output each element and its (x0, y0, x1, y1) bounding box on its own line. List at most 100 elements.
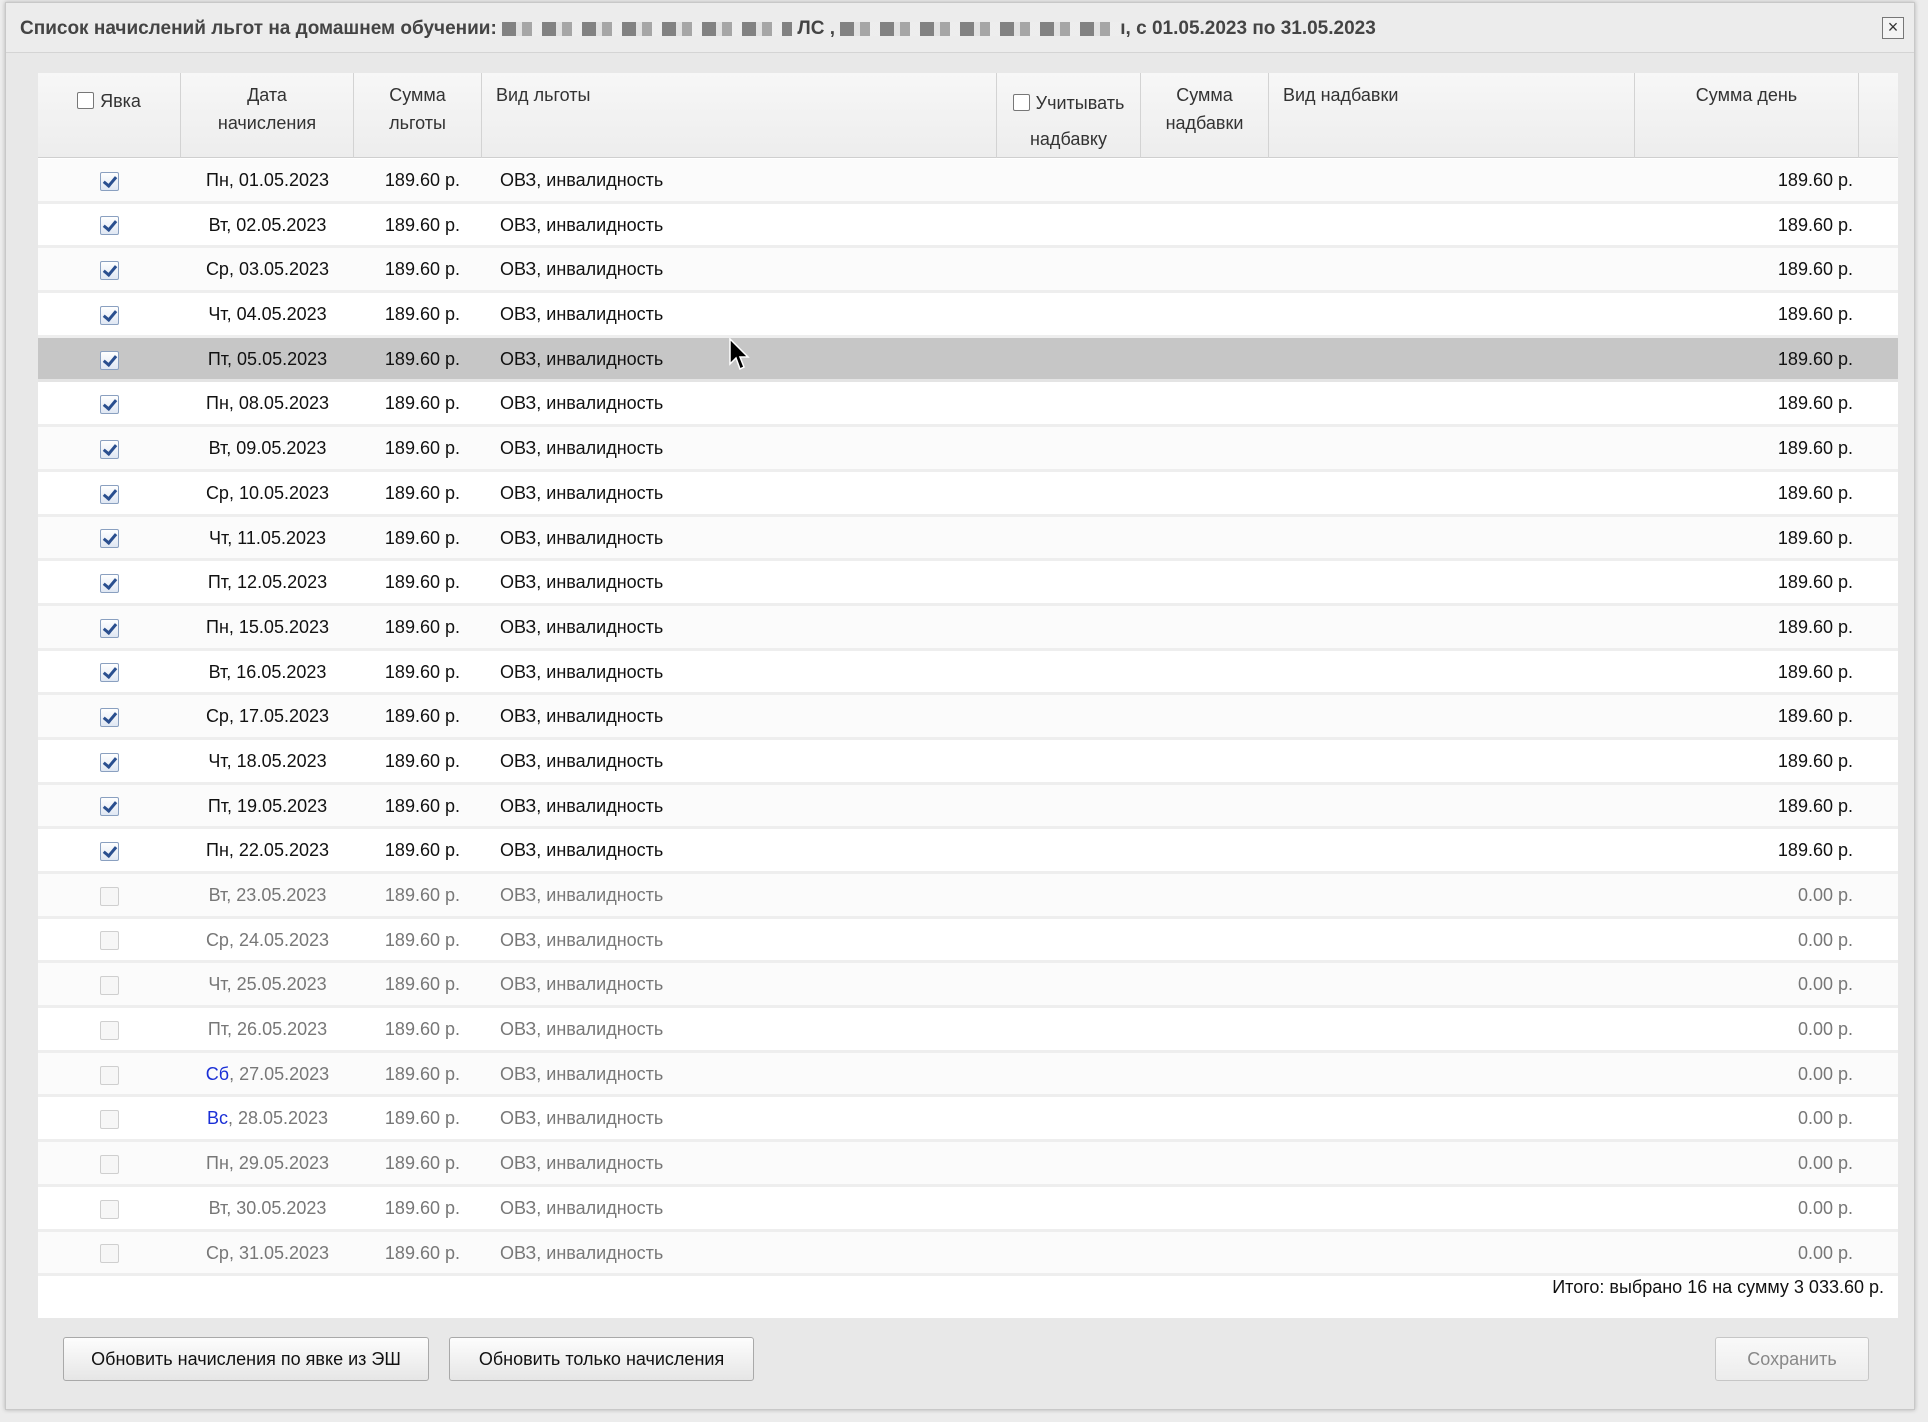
benefit-sum-cell: 189.60 р. (384, 974, 460, 995)
attendance-checkbox[interactable] (100, 1065, 119, 1085)
attendance-checkbox[interactable] (100, 171, 119, 191)
attendance-checkbox[interactable] (100, 886, 119, 906)
table-row[interactable]: Ср, 24.05.2023 189.60 р. ОВЗ, инвалидность… (38, 919, 1898, 964)
table-row[interactable]: Ср, 31.05.2023 189.60 р. ОВЗ, инвалидность… (38, 1231, 1898, 1277)
attendance-checkbox[interactable] (100, 797, 119, 817)
attendance-cell (38, 561, 181, 603)
table-row[interactable]: Вт, 09.05.2023 189.60 р. ОВЗ, инвалидность… (38, 427, 1898, 472)
attendance-checkbox[interactable] (100, 350, 119, 370)
date-value: 18.05.2023 (236, 750, 327, 771)
benefit-sum-cell: 189.60 р. (384, 304, 460, 325)
table-row[interactable]: Вт, 30.05.2023 189.60 р. ОВЗ, инвалидность… (38, 1187, 1898, 1232)
attendance-checkbox[interactable] (100, 261, 119, 281)
table-row[interactable]: Ср, 03.05.2023 189.60 р. ОВЗ, инвалидность… (38, 248, 1898, 294)
date-separator: , (227, 572, 238, 593)
day-sum-cell: 189.60 р. (1777, 661, 1853, 682)
table-row[interactable]: Вт, 23.05.2023 189.60 р. ОВЗ, инвалидность… (38, 874, 1898, 919)
header-day-sum[interactable]: Сумма день (1635, 73, 1859, 158)
table-row[interactable]: Чт, 11.05.2023 189.60 р. ОВЗ, инвалидность… (38, 516, 1898, 562)
attendance-cell (38, 785, 181, 827)
date-separator: , (226, 750, 237, 771)
day-sum-cell: 189.60 р. (1777, 616, 1853, 637)
refresh-accruals-button[interactable]: Обновить только начисления (449, 1337, 754, 1381)
table-row[interactable]: Пн, 01.05.2023 189.60 р. ОВЗ, инвалидность… (38, 159, 1898, 204)
day-sum-cell: 189.60 р. (1777, 214, 1853, 235)
attendance-checkbox[interactable] (100, 1154, 119, 1174)
attendance-checkbox[interactable] (100, 484, 119, 504)
attendance-checkbox[interactable] (100, 1199, 119, 1219)
attendance-checkbox[interactable] (100, 395, 119, 415)
table-row[interactable]: Вт, 02.05.2023 189.60 р. ОВЗ, инвалидность… (38, 204, 1898, 249)
table-row[interactable]: Ср, 10.05.2023 189.60 р. ОВЗ, инвалидность… (38, 472, 1898, 517)
benefit-sum-cell: 189.60 р. (384, 527, 460, 548)
table-row[interactable]: Пн, 29.05.2023 189.60 р. ОВЗ, инвалидность… (38, 1142, 1898, 1187)
save-button[interactable]: Сохранить (1715, 1337, 1869, 1381)
header-benefit-sum[interactable]: Сумма льготы (354, 73, 482, 158)
table-row[interactable]: Чт, 25.05.2023 189.60 р. ОВЗ, инвалидность… (38, 963, 1898, 1009)
date-separator: , (229, 1063, 240, 1084)
header-bonus-sum[interactable]: Сумма надбавки (1141, 73, 1269, 158)
header-bonus-type[interactable]: Вид надбавки (1269, 73, 1635, 158)
attendance-checkbox[interactable] (100, 216, 119, 236)
date-separator: , (226, 885, 237, 905)
attendance-cell (38, 1008, 181, 1050)
table-row[interactable]: Пн, 08.05.2023 189.60 р. ОВЗ, инвалидность… (38, 382, 1898, 428)
date-cell: Вт, 16.05.2023 (181, 651, 354, 693)
table-row[interactable]: Пн, 15.05.2023 189.60 р. ОВЗ, инвалидность… (38, 605, 1898, 651)
attendance-checkbox[interactable] (100, 752, 119, 772)
benefit-type-cell: ОВЗ, инвалидность (500, 1019, 664, 1040)
date-cell: Сб, 27.05.2023 (181, 1053, 354, 1095)
close-icon[interactable]: × (1882, 17, 1904, 39)
attendance-checkbox[interactable] (100, 842, 119, 862)
table-row[interactable]: Пт, 05.05.2023 189.60 р. ОВЗ, инвалидность… (38, 337, 1898, 383)
header-date[interactable]: Дата начисления (181, 73, 354, 158)
table-row[interactable]: Сб, 27.05.2023 189.60 р. ОВЗ, инвалидность… (38, 1052, 1898, 1098)
table-row[interactable]: Пт, 12.05.2023 189.60 р. ОВЗ, инвалидность… (38, 561, 1898, 606)
attendance-checkbox[interactable] (100, 708, 119, 727)
date-cell: Вт, 09.05.2023 (181, 427, 354, 469)
day-sum-cell: 0.00 р. (1797, 1063, 1853, 1084)
table-row[interactable]: Пн, 22.05.2023 189.60 р. ОВЗ, инвалидность… (38, 829, 1898, 874)
day-sum-cell: 0.00 р. (1797, 1153, 1853, 1174)
benefit-type-cell: ОВЗ, инвалидность (500, 1108, 664, 1129)
attendance-checkbox[interactable] (100, 305, 119, 325)
attendance-checkbox[interactable] (100, 976, 119, 996)
dialog-titlebar[interactable]: Список начислений льгот на домашнем обуч… (6, 3, 1914, 53)
benefit-type-cell: ОВЗ, инвалидность (500, 259, 664, 280)
benefit-sum-cell: 189.60 р. (384, 393, 460, 414)
benefit-type-cell: ОВЗ, инвалидность (500, 304, 664, 325)
refresh-attendance-button[interactable]: Обновить начисления по явке из ЭШ (63, 1337, 429, 1381)
date-separator: , (226, 438, 237, 459)
select-all-checkbox[interactable] (77, 92, 95, 109)
table-row[interactable]: Вс, 28.05.2023 189.60 р. ОВЗ, инвалидность… (38, 1097, 1898, 1143)
weekday-label: Вт (208, 1197, 227, 1218)
attendance-cell (38, 606, 181, 648)
attendance-cell (38, 293, 181, 335)
date-cell: Пт, 05.05.2023 (181, 338, 354, 380)
attendance-checkbox[interactable] (100, 573, 119, 593)
attendance-checkbox[interactable] (100, 1244, 119, 1264)
date-cell: Чт, 18.05.2023 (181, 740, 354, 782)
attendance-checkbox[interactable] (100, 529, 119, 549)
date-separator: , (228, 1153, 239, 1174)
date-value: 04.05.2023 (236, 304, 327, 325)
benefits-dialog: Список начислений льгот на домашнем обуч… (5, 2, 1915, 1410)
attendance-checkbox[interactable] (100, 1110, 119, 1130)
day-sum-cell: 0.00 р. (1797, 1108, 1853, 1129)
table-row[interactable]: Вт, 16.05.2023 189.60 р. ОВЗ, инвалидность… (38, 651, 1898, 696)
table-row[interactable]: Чт, 04.05.2023 189.60 р. ОВЗ, инвалидность… (38, 293, 1898, 338)
redacted-name (502, 21, 793, 36)
attendance-checkbox[interactable] (100, 663, 119, 683)
attendance-checkbox[interactable] (100, 439, 119, 459)
header-benefit-type[interactable]: Вид льготы (482, 73, 997, 158)
attendance-checkbox[interactable] (100, 931, 119, 951)
include-bonus-checkbox[interactable] (1012, 94, 1030, 111)
attendance-checkbox[interactable] (100, 618, 119, 638)
attendance-checkbox[interactable] (100, 1020, 119, 1040)
date-cell: Чт, 11.05.2023 (181, 517, 354, 559)
table-row[interactable]: Чт, 18.05.2023 189.60 р. ОВЗ, инвалидность… (38, 740, 1898, 785)
table-row[interactable]: Пт, 19.05.2023 189.60 р. ОВЗ, инвалидность… (38, 784, 1898, 830)
date-value: 09.05.2023 (236, 438, 327, 459)
table-row[interactable]: Пт, 26.05.2023 189.60 р. ОВЗ, инвалидность… (38, 1008, 1898, 1053)
table-row[interactable]: Ср, 17.05.2023 189.60 р. ОВЗ, инвалидность… (38, 695, 1898, 740)
